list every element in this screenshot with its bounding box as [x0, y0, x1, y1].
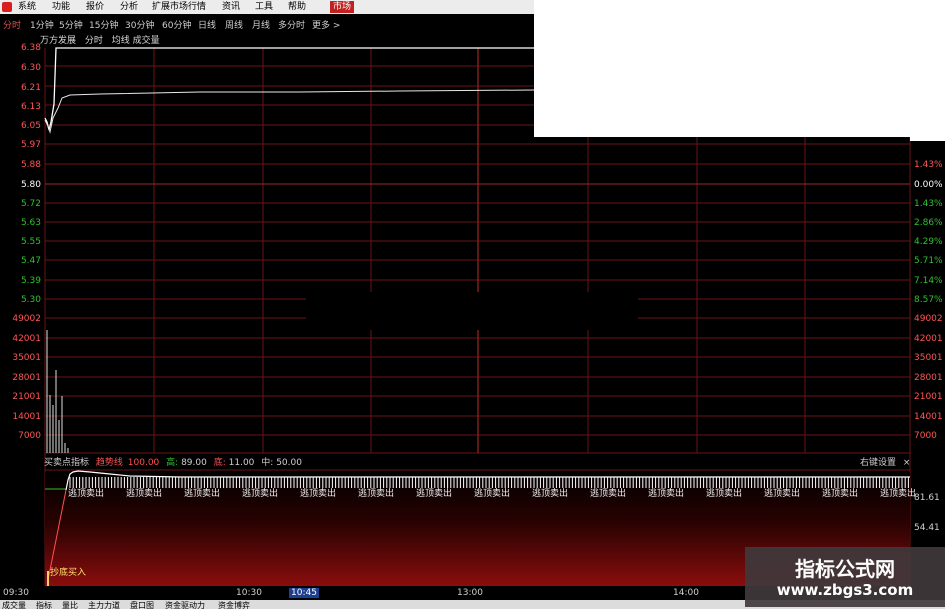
- trend-label: 趋势线: [95, 458, 123, 468]
- sell-signal-label: 逃顶卖出: [532, 487, 568, 499]
- price-tick-label: 6.21: [21, 83, 41, 93]
- price-axis-top: 6.38 6.30 6.21 6.13 6.05: [21, 43, 41, 131]
- volume-tick-label: 49002: [12, 314, 41, 324]
- sell-signal-label: 逃顶卖出: [184, 487, 220, 499]
- low-label: 底:: [213, 458, 226, 468]
- price-tick-label: 5.39: [21, 276, 41, 286]
- mid-label: 中:: [261, 458, 274, 468]
- sell-signal-label: 逃顶卖出: [68, 487, 104, 499]
- masked-region: [306, 292, 638, 330]
- avg-price-line: [44, 89, 535, 134]
- price-tick-label: 5.55: [21, 237, 41, 247]
- trend-value: 100.00: [127, 458, 160, 468]
- volume-axis-right: 49002 42001 35001 28001 21001 14001 7000: [914, 314, 943, 441]
- volume-tick-label: 42001: [12, 334, 41, 344]
- price-tick-label: 6.38: [21, 43, 41, 53]
- price-tick-label: 5.72: [21, 199, 41, 209]
- close-icon[interactable]: ×: [903, 458, 911, 468]
- blank-overlay-strip: [910, 137, 945, 141]
- tab-indicator[interactable]: 指标: [36, 600, 52, 609]
- sell-signals: 逃顶卖出 逃顶卖出 逃顶卖出 逃顶卖出 逃顶卖出 逃顶卖出 逃顶卖出 逃顶卖出 逃顶卖出 逃顶卖出…: [68, 487, 916, 499]
- volume-tick-label: 35001: [12, 353, 41, 363]
- volume-tick-label: 42001: [914, 334, 943, 344]
- percent-tick-label: 8.57%: [914, 295, 943, 305]
- sell-signal-label: 逃顶卖出: [590, 487, 626, 499]
- percent-tick-label: 4.29%: [914, 237, 943, 247]
- tab-volume-ratio[interactable]: 量比: [62, 600, 78, 609]
- percent-tick-label: 5.71%: [914, 256, 943, 266]
- time-label-0930: 09:30: [3, 588, 29, 598]
- price-tick-label: 5.80: [21, 180, 41, 190]
- indicator-name[interactable]: 买卖点指标: [44, 458, 89, 468]
- indicator-title: 买卖点指标 趋势线 100.00 高: 89.00 底: 11.00 中: 50…: [44, 455, 306, 468]
- time-label-1030: 10:30: [236, 588, 262, 598]
- volume-tick-label: 49002: [914, 314, 943, 324]
- sell-signal-label: 逃顶卖出: [300, 487, 336, 499]
- volume-tick-label: 21001: [12, 392, 41, 402]
- volume-tick-label: 28001: [12, 373, 41, 383]
- price-tick-label: 5.30: [21, 295, 41, 305]
- indicator-controls: 右键设置 ×: [860, 455, 910, 468]
- tab-order-book[interactable]: 盘口图: [130, 600, 154, 609]
- sell-signal-label: 逃顶卖出: [648, 487, 684, 499]
- sell-signal-label: 逃顶卖出: [822, 487, 858, 499]
- watermark-url: www.zbgs3.com: [776, 581, 914, 599]
- price-tick-label: 5.63: [21, 218, 41, 228]
- tab-fund-drive[interactable]: 资金驱动力: [165, 600, 205, 609]
- watermark-title: 指标公式网: [795, 557, 895, 581]
- high-value: 89.00: [181, 458, 207, 468]
- volume-tick-label: 28001: [914, 373, 943, 383]
- low-value: 11.00: [228, 458, 255, 468]
- percent-tick-label: 1.43%: [914, 160, 943, 170]
- sell-signal-label: 逃顶卖出: [764, 487, 800, 499]
- percent-tick-label: 1.43%: [914, 199, 943, 209]
- mid-value: 50.00: [276, 458, 302, 468]
- high-label: 高:: [166, 458, 179, 468]
- volume-tick-label: 7000: [18, 431, 41, 441]
- percent-tick-label: 7.14%: [914, 276, 943, 286]
- price-tick-label: 6.05: [21, 121, 41, 131]
- time-label-1300: 13:00: [457, 588, 483, 598]
- sell-signal-label: 逃顶卖出: [358, 487, 394, 499]
- volume-tick-label: 21001: [914, 392, 943, 402]
- tab-fund-game[interactable]: 资金博弈: [218, 600, 250, 609]
- sell-signal-label: 逃顶卖出: [880, 487, 916, 499]
- buy-signal-bar: [47, 571, 49, 586]
- percent-axis: 1.43% 0.00% 1.43% 2.86% 4.29% 5.71% 7.14% 8.57%: [914, 160, 943, 305]
- price-tick-label: 5.47: [21, 256, 41, 266]
- price-tick-label: 6.13: [21, 102, 41, 112]
- watermark: 指标公式网 www.zbgs3.com: [745, 547, 945, 607]
- crosshair-time: 10:45: [289, 588, 319, 598]
- settings-link[interactable]: 右键设置: [860, 458, 896, 468]
- price-line: [44, 47, 534, 131]
- tab-main-force[interactable]: 主力力道: [88, 600, 120, 609]
- volume-tick-label: 14001: [12, 412, 41, 422]
- volume-tick-label: 35001: [914, 353, 943, 363]
- price-tick-label: 5.97: [21, 140, 41, 150]
- time-label-1400: 14:00: [673, 588, 699, 598]
- ind-axis-high: 81.61: [914, 493, 940, 503]
- price-tick-label: 5.88: [21, 160, 41, 170]
- sell-signal-label: 逃顶卖出: [242, 487, 278, 499]
- sell-signal-label: 逃顶卖出: [474, 487, 510, 499]
- sell-signal-label: 逃顶卖出: [126, 487, 162, 499]
- volume-tick-label: 14001: [914, 412, 943, 422]
- volume-axis-left: 49002 42001 35001 28001 21001 14001 7000: [12, 314, 41, 441]
- volume-tick-label: 7000: [914, 431, 937, 441]
- price-axis-main: 5.97 5.88 5.80 5.72 5.63 5.55 5.47 5.39 5.30: [21, 140, 41, 305]
- tab-volume[interactable]: 成交量: [2, 600, 26, 609]
- price-tick-label: 6.30: [21, 63, 41, 73]
- sell-signal-label: 逃顶卖出: [416, 487, 452, 499]
- sell-signal-label: 逃顶卖出: [706, 487, 742, 499]
- ind-axis-mid: 54.41: [914, 523, 940, 533]
- buy-signal-label: 抄底买入: [50, 566, 86, 578]
- percent-tick-label: 0.00%: [914, 180, 943, 190]
- blank-overlay: [534, 0, 945, 137]
- percent-tick-label: 2.86%: [914, 218, 943, 228]
